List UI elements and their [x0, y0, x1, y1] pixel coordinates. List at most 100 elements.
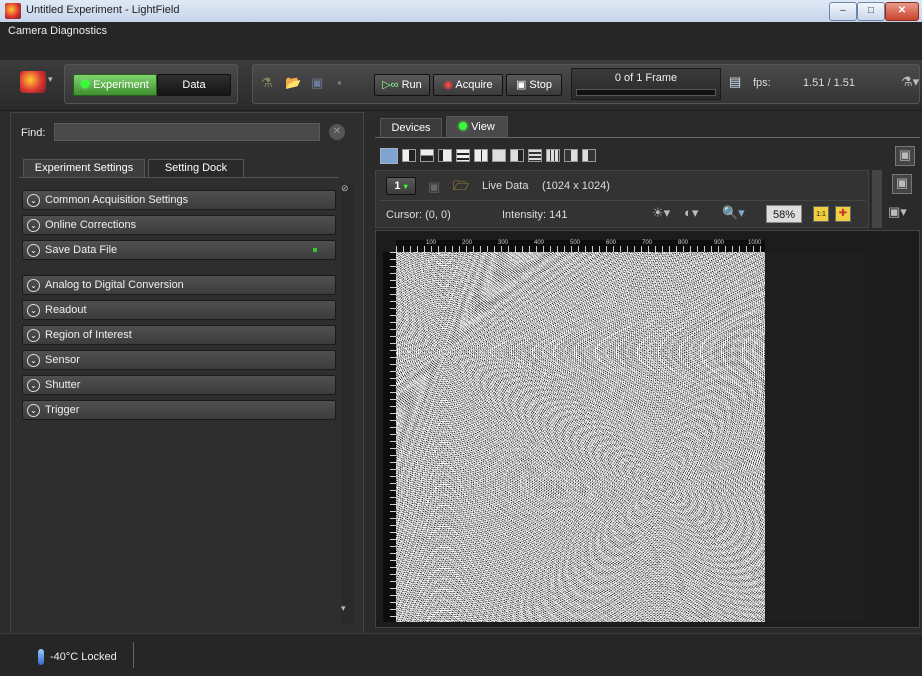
acquisition-toolbar: ⚗ 📂 ▣ ▪ ▷∞ Run ◉ Acquire ▣ Stop 0 of 1 F…	[252, 64, 920, 104]
flask-icon[interactable]: ⚗	[261, 75, 273, 91]
expand-icon: ⌄	[27, 404, 40, 417]
close-button[interactable]: ✕	[885, 2, 919, 21]
ruler-label: 300	[498, 240, 509, 246]
beaker-menu-icon[interactable]: ⚗▾	[901, 74, 919, 90]
disk-icon[interactable]: ▪	[337, 75, 342, 90]
save-icon[interactable]: ▣	[311, 75, 323, 91]
stop-button[interactable]: ▣ Stop	[506, 74, 562, 96]
cursor-readout: Cursor: (0, 0)	[386, 209, 451, 221]
section-shutter[interactable]: ⌄ Shutter	[22, 375, 336, 395]
ruler-label: 100	[426, 240, 437, 246]
layout-quad-button[interactable]	[492, 149, 506, 162]
scroll-down-icon[interactable]: ▾	[341, 603, 346, 614]
brightness-icon[interactable]: ☀▾	[652, 205, 670, 221]
infinity-play-icon: ▷∞	[382, 79, 402, 91]
layout-five-button[interactable]	[510, 149, 524, 162]
toolbar-divider	[380, 200, 866, 201]
app-icon	[5, 3, 21, 19]
layout-rows-button[interactable]	[456, 149, 470, 162]
toolbar-scrollbar[interactable]	[872, 170, 882, 228]
section-readout[interactable]: ⌄ Readout	[22, 300, 336, 320]
frame-progress: 0 of 1 Frame	[571, 68, 721, 100]
open-folder-icon[interactable]: 🗁	[453, 177, 469, 199]
section-trigger[interactable]: ⌄ Trigger	[22, 400, 336, 420]
expand-icon: ⌄	[27, 379, 40, 392]
layout-grid-button[interactable]	[474, 149, 488, 162]
layout-multi-button[interactable]	[546, 149, 560, 162]
main-toolbar: ▾ Experiment Data ⚗ 📂 ▣ ▪ ▷∞ Run ◉ Acqui…	[0, 60, 922, 111]
layout-split-vertical-button[interactable]	[402, 149, 416, 162]
camera-image[interactable]	[396, 252, 765, 622]
ruler-label: 900	[714, 240, 725, 246]
fps-label: fps:	[753, 77, 771, 89]
ruler-label: 500	[570, 240, 581, 246]
mode-switch: Experiment Data	[64, 64, 238, 104]
tab-setting-dock[interactable]: Setting Dock	[148, 159, 244, 177]
open-folder-icon[interactable]: 📂	[285, 75, 301, 91]
ruler-label: 800	[678, 240, 689, 246]
acquire-button[interactable]: ◉ Acquire	[433, 74, 503, 96]
section-online-corrections[interactable]: ⌄ Online Corrections	[22, 215, 336, 235]
ruler-label: 1000	[748, 240, 762, 246]
stop-icon: ▣	[515, 79, 530, 91]
ruler-label: 600	[606, 240, 617, 246]
view-toolbar: 1 ▾ ▣ 🗁 Live Data (1024 x 1024) Cursor: …	[375, 170, 869, 228]
section-region-of-interest[interactable]: ⌄ Region of Interest	[22, 325, 336, 345]
menu-camera-diagnostics[interactable]: Camera Diagnostics	[8, 25, 107, 37]
expand-icon: ⌄	[27, 354, 40, 367]
tab-view[interactable]: View	[446, 116, 508, 137]
run-button[interactable]: ▷∞ Run	[374, 74, 430, 96]
frame-number-button[interactable]: 1 ▾	[386, 177, 416, 195]
tab-devices[interactable]: Devices	[380, 118, 442, 137]
app-menu-icon[interactable]	[20, 71, 46, 93]
experiment-tab-button[interactable]: Experiment	[73, 74, 157, 96]
section-save-data-file[interactable]: ⌄ Save Data File	[22, 240, 336, 260]
thermometer-icon	[38, 649, 44, 665]
vertical-ruler	[383, 252, 396, 622]
export-menu-icon[interactable]: ▣▾	[888, 204, 907, 220]
ruler-label: 400	[534, 240, 545, 246]
display-options-icon[interactable]: ▣	[892, 174, 912, 194]
frame-counter: 0 of 1 Frame	[614, 72, 678, 84]
section-sensor[interactable]: ⌄ Sensor	[22, 350, 336, 370]
status-indicator	[313, 248, 317, 252]
document-icon[interactable]: ▤	[729, 74, 741, 90]
zoom-icon[interactable]: 🔍▾	[722, 205, 745, 221]
layout-single-button[interactable]	[380, 148, 398, 164]
ruler-label: 200	[462, 240, 473, 246]
layout-side-button[interactable]	[564, 149, 578, 162]
tab-experiment-settings[interactable]: Experiment Settings	[23, 159, 145, 177]
data-tab-button[interactable]: Data	[157, 74, 231, 96]
layout-three-button[interactable]	[438, 149, 452, 162]
expand-icon: ⌄	[27, 304, 40, 317]
layout-wide-button[interactable]	[582, 149, 596, 162]
find-label: Find:	[21, 127, 46, 139]
expand-icon: ⌄	[27, 329, 40, 342]
clear-search-icon[interactable]: ✕	[329, 124, 345, 140]
zoom-fit-icon[interactable]: ✚	[835, 206, 851, 222]
status-bar: -40°C Locked	[0, 633, 922, 676]
zoom-one-to-one-button[interactable]: 1:1	[813, 206, 829, 222]
zoom-level[interactable]: 58%	[766, 205, 802, 223]
layout-six-button[interactable]	[528, 149, 542, 162]
layout-split-horizontal-button[interactable]	[420, 149, 434, 162]
tab-divider	[19, 177, 339, 178]
contrast-icon[interactable]: ◐▾	[684, 205, 698, 221]
scroll-up-icon[interactable]: ⊘	[341, 183, 349, 194]
image-dimensions: (1024 x 1024)	[542, 180, 610, 192]
maximize-button[interactable]: □	[857, 2, 885, 21]
panel-options-icon[interactable]: ▣	[895, 146, 915, 166]
ruler-label: 700	[642, 240, 653, 246]
temperature-status: -40°C Locked	[50, 651, 117, 663]
find-input[interactable]	[54, 123, 320, 141]
minimize-button[interactable]: –	[829, 2, 857, 21]
expand-icon: ⌄	[27, 244, 40, 257]
expand-icon: ⌄	[27, 279, 40, 292]
camera-icon[interactable]: ▣	[428, 179, 440, 195]
expand-icon: ⌄	[27, 219, 40, 232]
record-icon: ◉	[443, 79, 456, 91]
panel-scrollbar[interactable]: ⊘ ▾	[341, 183, 353, 625]
section-common-acquisition[interactable]: ⌄ Common Acquisition Settings	[22, 190, 336, 210]
chevron-down-icon[interactable]: ▾	[48, 74, 53, 85]
section-adc[interactable]: ⌄ Analog to Digital Conversion	[22, 275, 336, 295]
